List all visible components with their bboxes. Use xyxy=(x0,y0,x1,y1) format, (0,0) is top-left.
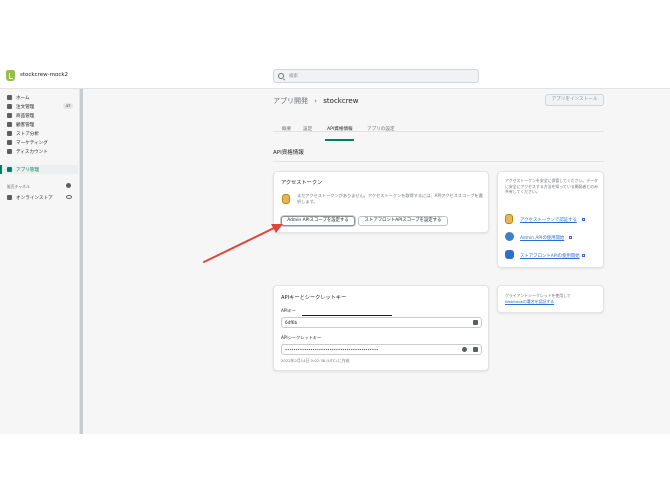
tab-api-credentials[interactable]: API資格情報 xyxy=(327,126,353,132)
section-title: API資格情報 xyxy=(273,150,304,156)
sidebar-item-customers[interactable]: 顧客管理 xyxy=(0,120,78,129)
add-channel-icon[interactable] xyxy=(66,183,71,188)
tab-settings[interactable]: 設定 xyxy=(303,126,312,132)
sidebar-item-label: 注文管理 xyxy=(16,104,35,110)
sales-channels-heading: 販売チャネル xyxy=(7,184,30,189)
sidebar-item-label: 商品管理 xyxy=(16,113,35,119)
tag-icon xyxy=(7,113,12,118)
configure-admin-api-scopes-button[interactable]: Admin APIスコープを設定する xyxy=(281,216,355,226)
card-title: アクセストークン xyxy=(281,180,323,186)
sidebar-item-products[interactable]: 商品管理 xyxy=(0,111,78,120)
breadcrumb[interactable]: アプリ開発 xyxy=(273,97,308,105)
access-token-description: まだアクセストークンがありません。アクセストークンを取得するには、APIアクセス… xyxy=(297,193,483,204)
sidebar-item-marketing[interactable]: マーケティング xyxy=(0,138,78,147)
section-divider xyxy=(273,161,604,162)
api-key-value: 6df6b xyxy=(285,320,298,325)
sidebar-item-orders[interactable]: 注文管理 47 xyxy=(0,102,78,111)
discount-icon xyxy=(7,149,12,154)
auth-with-token-link[interactable]: アクセストークンで認証する xyxy=(520,217,577,223)
sidebar-scrollbar[interactable] xyxy=(80,89,83,434)
storefront-icon xyxy=(505,250,514,259)
store-name[interactable]: stockcrew-mock2 xyxy=(20,72,68,78)
tab-app-settings[interactable]: アプリの設定 xyxy=(367,126,395,132)
configure-storefront-api-scopes-button[interactable]: ストアフロントAPIスコープを設定する xyxy=(358,216,448,226)
sidebar-item-apps[interactable]: アプリ管理 xyxy=(0,165,78,174)
search-icon xyxy=(278,73,284,79)
breadcrumb-separator-icon: › xyxy=(314,97,318,105)
tab-overview[interactable]: 概要 xyxy=(282,126,291,132)
search-placeholder: 検索 xyxy=(289,74,298,79)
orders-count-badge: 47 xyxy=(63,103,73,109)
tabs xyxy=(273,120,604,132)
orders-icon xyxy=(7,104,12,109)
token-icon xyxy=(282,194,290,204)
shopify-logo-icon xyxy=(6,70,15,81)
page-title: アプリ開発 › stockcrew xyxy=(273,96,358,106)
storefront-api-getting-started-link[interactable]: ストアフロントAPIの使用開始 xyxy=(520,253,580,259)
sidebar-item-label: マーケティング xyxy=(16,140,48,146)
api-secret-field[interactable]: ••••••••••••••••••••••••••••••••••••••••… xyxy=(281,344,482,355)
sidebar-item-label: オンラインストア xyxy=(16,195,53,201)
access-token-help-card: アクセストークンを安全に保管してください。データに安全にアクセスする方法を知って… xyxy=(497,171,604,268)
sidebar-item-home[interactable]: ホーム xyxy=(0,93,78,102)
api-key-field[interactable]: 6df6b xyxy=(281,315,482,328)
copy-icon[interactable] xyxy=(473,347,478,352)
apps-icon xyxy=(7,167,12,172)
analytics-icon xyxy=(7,131,12,136)
external-link-icon xyxy=(582,254,585,257)
active-tab-indicator xyxy=(325,139,354,141)
home-icon xyxy=(7,95,12,100)
redaction-line xyxy=(302,315,392,316)
store-icon xyxy=(7,195,12,200)
gear-icon xyxy=(505,232,514,241)
external-link-icon xyxy=(582,218,585,221)
eye-icon[interactable] xyxy=(462,347,467,352)
sidebar-item-discounts[interactable]: ディスカウント xyxy=(0,147,78,156)
created-at-text: 2022年2月14日 0:02:38 (UTC) に作成 xyxy=(281,358,350,363)
search-input[interactable]: 検索 xyxy=(273,69,479,83)
person-icon xyxy=(7,122,12,127)
card-title: APIキーとシークレットキー xyxy=(281,295,347,301)
admin-api-getting-started-link[interactable]: Admin APIの使用開始 xyxy=(520,235,564,241)
marketing-icon xyxy=(7,140,12,145)
sidebar-item-label: ストア分析 xyxy=(16,131,39,137)
app-name: stockcrew xyxy=(323,97,359,105)
sidebar-item-label: ディスカウント xyxy=(16,149,48,155)
api-secret-label: APIシークレットキー xyxy=(281,335,322,340)
access-token-help-text: アクセストークンを安全に保管してください。データに安全にアクセスする方法を知って… xyxy=(505,178,598,194)
sidebar-item-label: アプリ管理 xyxy=(16,167,39,173)
sidebar-item-analytics[interactable]: ストア分析 xyxy=(0,129,78,138)
api-key-label: APIキー xyxy=(281,308,296,313)
api-secret-value: ••••••••••••••••••••••••••••••••••••••••… xyxy=(285,348,379,352)
access-token-card: アクセストークン まだアクセストークンがありません。アクセストークンを取得するに… xyxy=(273,171,489,233)
eye-icon[interactable] xyxy=(66,195,72,199)
api-key-card: APIキーとシークレットキー APIキー 6df6b APIシークレットキー •… xyxy=(273,285,489,371)
copy-icon[interactable] xyxy=(473,320,478,325)
webhook-verify-link[interactable]: Webhookの署名を認証する xyxy=(505,299,554,305)
token-icon xyxy=(505,214,513,224)
external-link-icon xyxy=(569,236,572,239)
sidebar-item-label: 顧客管理 xyxy=(16,122,35,128)
install-app-button[interactable]: アプリをインストール xyxy=(545,94,604,106)
sidebar-item-label: ホーム xyxy=(16,95,30,101)
api-key-help-card: クライアントシークレットを使用して Webhookの署名を認証する xyxy=(497,285,604,313)
